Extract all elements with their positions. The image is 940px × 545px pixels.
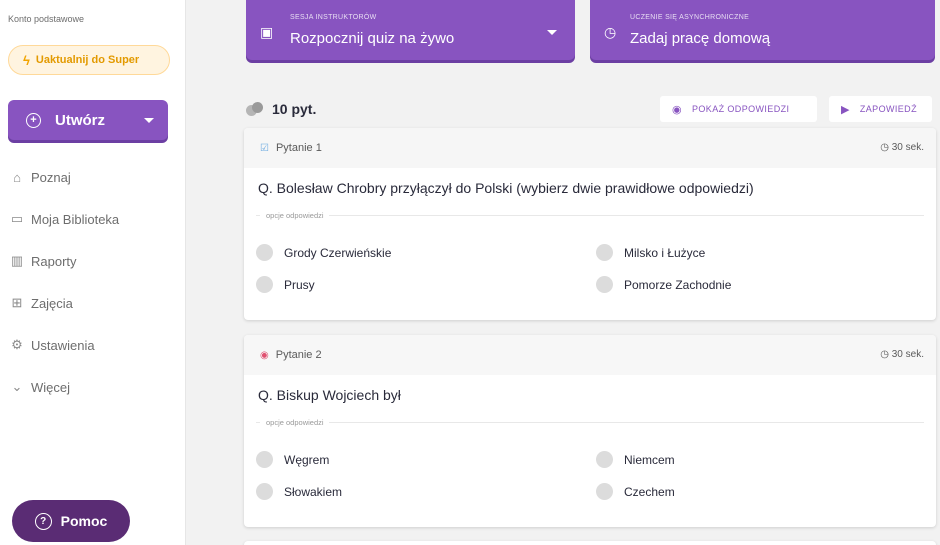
option-marker <box>256 451 273 468</box>
create-button[interactable]: + Utwórz <box>8 100 168 140</box>
answer-option[interactable]: Słowakiem <box>256 483 342 500</box>
classes-icon: ⊞ <box>11 295 23 310</box>
question-label: Pytanie 1 <box>275 142 322 154</box>
option-marker <box>256 276 273 293</box>
radio-icon: ◉ <box>260 349 269 361</box>
clock-icon: ◷ <box>604 24 617 40</box>
answer-option[interactable]: Prusy <box>256 276 315 293</box>
homework-title: Zadaj pracę domową <box>630 30 771 47</box>
upgrade-button[interactable]: ϟ Uaktualnij do Super <box>8 45 170 75</box>
sidebar-item-label: Moja Biblioteka <box>31 211 120 227</box>
show-answers-button[interactable]: ◉ POKAŻ ODPOWIEDZI <box>660 96 817 122</box>
question-stack-icon <box>246 102 264 116</box>
option-marker <box>596 483 613 500</box>
assign-homework-button[interactable]: ◷ UCZENIE SIĘ ASYNCHRONICZNE Zadaj pracę… <box>590 0 935 60</box>
start-live-quiz-button[interactable]: ▣ SESJA INSTRUKTORÓW Rozpocznij quiz na … <box>246 0 575 60</box>
sidebar-item-label: Więcej <box>31 379 71 395</box>
presentation-icon: ▣ <box>260 24 274 40</box>
sidebar-item-label: Poznaj <box>31 169 71 185</box>
answer-option[interactable]: Grody Czerwieńskie <box>256 244 391 261</box>
answer-option[interactable]: Milsko i Łużyce <box>596 244 705 261</box>
clock-icon: ◷ <box>880 349 889 360</box>
sidebar-item-explore[interactable]: ⌂ Poznaj <box>8 156 119 198</box>
option-marker <box>256 244 273 261</box>
sidebar-item-reports[interactable]: ▥ Raporty <box>8 240 119 282</box>
option-label: Słowakiem <box>284 484 343 499</box>
sidebar-item-label: Ustawienia <box>31 337 95 353</box>
sidebar-item-classes[interactable]: ⊞ Zajęcia <box>8 282 119 324</box>
live-title: Rozpocznij quiz na żywo <box>290 30 455 47</box>
sidebar-item-label: Zajęcia <box>31 295 73 311</box>
option-label: Czechem <box>624 484 675 499</box>
sidebar-nav: ⌂ Poznaj ▭ Moja Biblioteka ▥ Raporty ⊞ Z… <box>8 156 119 408</box>
help-button[interactable]: ? Pomoc <box>12 500 130 542</box>
help-label: Pomoc <box>60 513 108 529</box>
question-text: Q. Bolesław Chrobry przyłączył do Polski… <box>258 180 754 196</box>
question-time: ◷ 30 sek. <box>880 142 924 153</box>
question-card: ◉ Pytanie 2 ◷ 30 sek. Q. Biskup Wojciech… <box>244 335 936 527</box>
account-type: Konto podstawowe <box>8 14 85 24</box>
option-marker <box>596 451 613 468</box>
checkbox-icon: ☑ <box>260 142 269 154</box>
option-label: Milsko i Łużyce <box>624 245 706 260</box>
bolt-icon: ϟ <box>23 52 30 68</box>
divider <box>256 422 924 423</box>
option-label: Niemcem <box>624 452 675 467</box>
question-header: ☑ Pytanie 1 ◷ 30 sek. <box>244 128 936 168</box>
preview-button[interactable]: ▶ ZAPOWIEDŹ <box>829 96 932 122</box>
option-marker <box>596 244 613 261</box>
answer-option[interactable]: Pomorze Zachodnie <box>596 276 731 293</box>
question-count: 10 pyt. <box>246 96 316 122</box>
question-card <box>244 541 936 545</box>
question-time-label: 30 sek. <box>891 142 924 153</box>
question-card: ☑ Pytanie 1 ◷ 30 sek. Q. Bolesław Chrobr… <box>244 128 936 320</box>
eye-icon: ◉ <box>672 103 682 116</box>
reports-icon: ▥ <box>10 253 24 268</box>
caret-down-icon[interactable] <box>547 30 557 35</box>
preview-label: ZAPOWIEDŹ <box>859 104 917 114</box>
answer-option[interactable]: Niemcem <box>596 451 675 468</box>
option-label: Prusy <box>284 277 315 292</box>
sidebar-item-label: Raporty <box>31 253 77 269</box>
explore-icon: ⌂ <box>13 169 21 185</box>
help-icon: ? <box>34 512 52 530</box>
homework-subtitle: UCZENIE SIĘ ASYNCHRONICZNE <box>630 14 750 21</box>
option-label: Grody Czerwieńskie <box>284 245 392 260</box>
show-answers-label: POKAŻ ODPOWIEDZI <box>692 104 790 114</box>
options-label: opcje odpowiedzi <box>260 211 329 220</box>
caret-down-icon <box>144 118 154 123</box>
question-header: ◉ Pytanie 2 ◷ 30 sek. <box>244 335 936 375</box>
chevron-down-icon: ⌄ <box>11 379 23 394</box>
plus-icon: + <box>26 112 41 128</box>
answer-option[interactable]: Węgrem <box>256 451 329 468</box>
question-label: Pytanie 2 <box>275 349 322 361</box>
question-time-label: 30 sek. <box>891 349 924 360</box>
option-marker <box>256 483 273 500</box>
sidebar-item-library[interactable]: ▭ Moja Biblioteka <box>8 198 119 240</box>
play-icon: ▶ <box>841 103 850 116</box>
question-type: ☑ Pytanie 1 <box>260 142 322 154</box>
question-count-label: 10 pyt. <box>272 101 317 117</box>
sidebar-item-more[interactable]: ⌄ Więcej <box>8 366 119 408</box>
option-label: Pomorze Zachodnie <box>624 277 732 292</box>
question-text: Q. Biskup Wojciech był <box>258 387 401 403</box>
options-label: opcje odpowiedzi <box>260 418 329 427</box>
create-label: Utwórz <box>55 111 105 129</box>
question-type: ◉ Pytanie 2 <box>260 349 322 361</box>
option-marker <box>596 276 613 293</box>
folder-icon: ▭ <box>10 211 24 226</box>
upgrade-label: Uaktualnij do Super <box>35 54 140 66</box>
clock-icon: ◷ <box>880 142 889 153</box>
sidebar-item-settings[interactable]: ⚙ Ustawienia <box>8 324 119 366</box>
sidebar: Konto podstawowe ϟ Uaktualnij do Super +… <box>0 0 186 545</box>
live-subtitle: SESJA INSTRUKTORÓW <box>290 14 377 21</box>
option-label: Węgrem <box>284 452 330 467</box>
answer-option[interactable]: Czechem <box>596 483 675 500</box>
question-time: ◷ 30 sek. <box>880 349 924 360</box>
settings-icon: ⚙ <box>11 337 23 352</box>
divider <box>256 215 924 216</box>
